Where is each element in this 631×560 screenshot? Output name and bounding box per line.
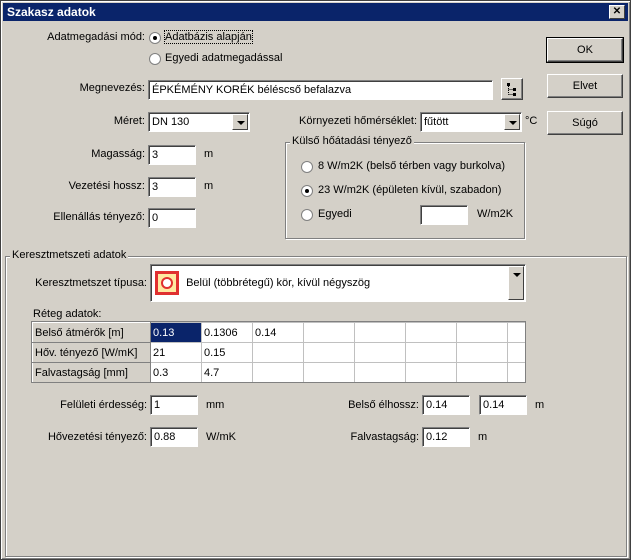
resistance-label: Ellenállás tényező:	[53, 211, 145, 223]
pipe-length-field[interactable]: 3	[148, 177, 196, 197]
grid-cell[interactable]	[405, 362, 457, 382]
grid-cell[interactable]	[354, 322, 406, 343]
title-bar[interactable]: Szakasz adatok ✕	[3, 3, 628, 21]
grid-cell[interactable]	[507, 322, 525, 343]
roughness-field[interactable]: 1	[150, 395, 198, 415]
help-button[interactable]: Súgó	[547, 111, 623, 135]
inner-edge-field-1[interactable]: 0.14	[422, 395, 470, 415]
radio-custom[interactable]	[149, 53, 161, 65]
grid-cell[interactable]	[456, 362, 508, 382]
roughness-label: Felületi érdesség:	[60, 399, 147, 411]
chevron-down-icon[interactable]	[504, 114, 520, 130]
grid-cell[interactable]	[507, 342, 525, 363]
chevron-down-icon[interactable]	[508, 266, 524, 300]
chevron-down-icon[interactable]	[232, 114, 248, 130]
grid-cell[interactable]: 21	[150, 342, 202, 363]
radio-heat-custom-label[interactable]: Egyedi	[318, 208, 352, 220]
close-button[interactable]: ✕	[609, 5, 625, 19]
grid-cell[interactable]: 4.7	[201, 362, 253, 382]
heat-custom-unit: W/m2K	[477, 208, 514, 220]
grid-cell[interactable]	[456, 322, 508, 343]
pipe-length-label: Vezetési hossz:	[68, 180, 145, 192]
ambient-temp-label: Környezeti hőmérséklet:	[299, 115, 417, 127]
grid-cell[interactable]: 0.1306	[201, 322, 253, 343]
layer-data-grid[interactable]: Belső átmérők [m] 0.13 0.1306 0.14 Hőv. …	[31, 321, 526, 383]
dialog-window: Szakasz adatok ✕ OK Elvet Súgó Adatmegad…	[0, 0, 631, 560]
grid-cell[interactable]	[456, 342, 508, 363]
name-field[interactable]: ÉPKÉMÉNY KORÉK béléscső befalazva	[148, 80, 493, 100]
name-label: Megnevezés:	[79, 82, 145, 94]
radio-heat-23-label[interactable]: 23 W/m2K (épületen kívül, szabadon)	[318, 184, 501, 196]
ambient-temp-unit: °C	[525, 115, 538, 127]
radio-custom-label[interactable]: Egyedi adatmegadással	[165, 52, 282, 64]
wall-thickness-unit: m	[478, 431, 488, 443]
cross-section-type-label: Keresztmetszet típusa:	[35, 277, 147, 289]
grid-cell[interactable]	[303, 322, 355, 343]
cross-section-type-value: Belül (többrétegű) kör, kívül négyszög	[186, 277, 371, 290]
thermal-conductivity-field[interactable]: 0.88	[150, 427, 198, 447]
grid-cell[interactable]	[354, 362, 406, 382]
height-field[interactable]: 3	[148, 145, 196, 165]
layer-data-label: Réteg adatok:	[33, 308, 102, 320]
size-label: Méret:	[113, 115, 145, 127]
table-row: Falvastagság [mm] 0.3 4.7	[32, 362, 525, 382]
radio-heat-23[interactable]	[301, 185, 313, 197]
grid-cell[interactable]	[252, 342, 304, 363]
grid-cell[interactable]: 0.15	[201, 342, 253, 363]
heat-custom-field[interactable]	[420, 205, 468, 225]
roughness-unit: mm	[206, 399, 225, 411]
ambient-temp-value: fűtött	[424, 116, 449, 128]
resistance-field[interactable]: 0	[148, 208, 196, 228]
row-header: Belső átmérők [m]	[32, 322, 151, 343]
pipe-length-unit: m	[204, 180, 214, 192]
tree-browse-button[interactable]	[501, 78, 523, 100]
row-header: Hőv. tényező [W/mK]	[32, 342, 151, 363]
inner-edge-unit: m	[535, 399, 545, 411]
cancel-button[interactable]: Elvet	[547, 74, 623, 98]
grid-cell[interactable]	[252, 362, 304, 382]
table-row: Hőv. tényező [W/mK] 21 0.15	[32, 342, 525, 363]
window-title: Szakasz adatok	[7, 5, 96, 19]
radio-database-label[interactable]: Adatbázis alapján	[164, 30, 253, 44]
grid-cell[interactable]	[405, 322, 457, 343]
grid-cell[interactable]	[303, 342, 355, 363]
radio-heat-custom[interactable]	[301, 209, 313, 221]
grid-cell[interactable]: 0.3	[150, 362, 202, 382]
wall-thickness-label: Falvastagság:	[350, 431, 419, 443]
radio-database[interactable]	[149, 32, 161, 44]
cross-section-title: Keresztmetszeti adatok	[10, 249, 129, 261]
size-value: DN 130	[152, 116, 190, 128]
row-header: Falvastagság [mm]	[32, 362, 151, 382]
cross-section-shape-icon	[155, 271, 179, 296]
grid-cell[interactable]	[303, 362, 355, 382]
size-dropdown[interactable]: DN 130	[148, 112, 250, 132]
table-row: Belső átmérők [m] 0.13 0.1306 0.14	[32, 322, 525, 343]
grid-cell[interactable]	[507, 362, 525, 382]
inner-edge-label: Belső élhossz:	[348, 399, 419, 411]
ambient-temp-dropdown[interactable]: fűtött	[420, 112, 522, 132]
data-entry-mode-label: Adatmegadási mód:	[47, 31, 145, 43]
height-label: Magasság:	[91, 148, 145, 160]
grid-cell[interactable]	[405, 342, 457, 363]
inner-edge-field-2[interactable]: 0.14	[479, 395, 527, 415]
height-unit: m	[204, 148, 214, 160]
heat-transfer-title: Külső hőátadási tényező	[290, 135, 414, 147]
grid-cell[interactable]: 0.14	[252, 322, 304, 343]
tree-icon	[507, 83, 516, 96]
cross-section-type-dropdown[interactable]: Belül (többrétegű) kör, kívül négyszög	[150, 264, 526, 302]
grid-cell[interactable]: 0.13	[150, 322, 202, 343]
grid-cell[interactable]	[354, 342, 406, 363]
ok-button[interactable]: OK	[546, 37, 624, 63]
thermal-conductivity-unit: W/mK	[206, 431, 236, 443]
wall-thickness-field[interactable]: 0.12	[422, 427, 470, 447]
radio-heat-8-label[interactable]: 8 W/m2K (belső térben vagy burkolva)	[318, 160, 505, 172]
thermal-conductivity-label: Hővezetési tényező:	[47, 431, 147, 443]
radio-heat-8[interactable]	[301, 161, 313, 173]
